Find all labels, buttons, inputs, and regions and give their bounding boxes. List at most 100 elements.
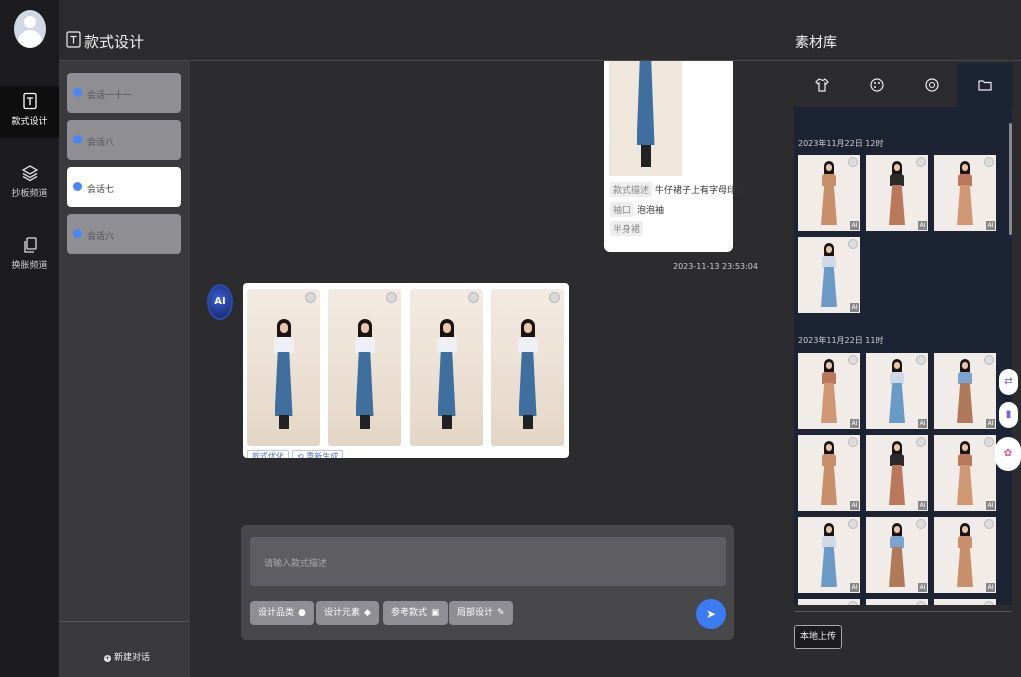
material-thumbnail[interactable]: AI [866,353,928,429]
session-item[interactable]: 会话六 [67,214,181,254]
rail-item-label: 换胀频道 [11,261,48,271]
pattern-icon [925,78,939,92]
material-thumbnail[interactable]: AI [934,353,996,429]
tag-row: 半身裙 [610,221,646,236]
select-check-icon[interactable] [848,355,858,365]
ai-badge: AI [850,583,859,592]
tab-color[interactable] [849,63,905,107]
divider [59,621,190,622]
material-thumbnail[interactable]: AI [934,435,996,511]
select-check-icon[interactable] [305,292,316,303]
chat-bubble-icon [73,135,82,144]
tab-folder[interactable] [957,63,1013,107]
chat-area: 款式描述 牛仔裙子上有字母印花 袖口 泡泡袖 半身裙 2023-11-13 23:5… [190,61,785,677]
chat-bubble-icon [73,229,82,238]
select-check-icon[interactable] [848,601,858,605]
material-thumbnail[interactable]: AI [866,517,928,593]
generated-image[interactable] [328,289,401,446]
select-check-icon[interactable] [916,355,926,365]
ai-message: 款式优化 ⟲ 重新生成 [243,283,569,458]
select-check-icon[interactable] [848,157,858,167]
select-check-icon[interactable] [916,519,926,529]
local-design-chip[interactable]: 局部设计 ✎ [449,601,513,625]
material-thumbnail[interactable]: AI [866,599,928,605]
select-check-icon[interactable] [386,292,397,303]
design-element-chip[interactable]: 设计元素 ◆ [316,601,379,625]
chip-label: 局部设计 [457,608,494,618]
book-tool-button[interactable]: ▮ [999,402,1018,428]
material-library: 素材库 2023年11月22日 12时 2023年11月22日 11时 AI AI… [785,0,1021,677]
message-timestamp: 2023-11-13 23:53:04 [673,262,758,271]
select-check-icon[interactable] [848,437,858,447]
ai-badge: AI [986,419,995,428]
material-thumbnail[interactable]: AI [798,237,860,313]
brain-icon: ✿ [1003,448,1013,459]
generated-image[interactable] [247,289,320,446]
material-thumbnail[interactable]: AI [866,155,928,231]
select-check-icon[interactable] [984,355,994,365]
material-thumbnail[interactable]: AI [798,517,860,593]
tab-garment[interactable] [794,63,850,107]
new-chat-button[interactable]: + 新建对话 [104,650,150,663]
material-thumbnail[interactable]: AI [934,599,996,605]
new-chat-label: 新建对话 [114,653,151,663]
material-thumbnail[interactable]: AI [798,155,860,231]
session-label: 会话一十一 [87,91,133,101]
ai-badge: AI [986,221,995,230]
reference-style-chip[interactable]: 参考款式 ▣ [383,601,448,625]
material-thumbnail[interactable]: AI [798,353,860,429]
library-title: 素材库 [795,35,837,51]
ai-brain-tool-button[interactable]: ✿ [995,437,1021,471]
material-thumbnail[interactable]: AI [798,435,860,511]
user-message: 款式描述 牛仔裙子上有字母印花 袖口 泡泡袖 半身裙 [604,61,745,252]
rail-item-swap[interactable]: 换胀频道 [0,230,59,282]
style-description-input[interactable]: 请输入款式描述 [250,537,726,586]
rail-item-style-design[interactable]: 款式设计 [0,86,59,138]
tag-value: 牛仔裙子上有字母印花 [655,186,746,196]
divider [785,60,1021,61]
design-category-chip[interactable]: 设计品类 ● [250,601,314,625]
material-thumbnail[interactable]: AI [934,517,996,593]
send-icon: ➤ [705,607,717,621]
select-check-icon[interactable] [984,157,994,167]
select-check-icon[interactable] [984,437,994,447]
local-upload-button[interactable]: 本地上传 [794,625,842,649]
optimize-button[interactable]: 款式优化 [247,450,289,458]
scrollbar[interactable] [1009,123,1012,235]
ai-badge: AI [918,221,927,230]
session-item[interactable]: 会话八 [67,120,181,160]
select-check-icon[interactable] [916,601,926,605]
select-check-icon[interactable] [468,292,479,303]
tag-row: 款式描述 牛仔裙子上有字母印花 [610,182,745,197]
select-check-icon[interactable] [916,437,926,447]
rail-item-label: 款式设计 [11,117,48,127]
select-check-icon[interactable] [984,601,994,605]
ai-badge: AI [918,419,927,428]
material-thumbnail[interactable]: AI [934,155,996,231]
material-thumbnail[interactable]: AI [866,435,928,511]
tag-icon: ◆ [364,608,371,618]
generated-image[interactable] [491,289,564,446]
select-check-icon[interactable] [848,519,858,529]
left-rail: 款式设计 抄板频道 换胀频道 [0,0,59,677]
select-check-icon[interactable] [848,239,858,249]
select-check-icon[interactable] [984,519,994,529]
layers-icon [21,165,38,182]
session-item[interactable]: 会话一十一 [67,73,181,113]
send-button[interactable]: ➤ [696,599,726,629]
select-check-icon[interactable] [549,292,560,303]
palette-icon [870,78,884,92]
tab-pattern[interactable] [904,63,960,107]
composer: 请输入款式描述 设计品类 ● 设计元素 ◆ 参考款式 ▣ 局部设计 ✎ ➤ [241,525,734,640]
generated-image[interactable] [410,289,483,446]
folder-icon [978,80,992,91]
rail-item-copy-board[interactable]: 抄板频道 [0,158,59,210]
regenerate-button[interactable]: ⟲ 重新生成 [292,450,344,458]
reference-image[interactable] [609,61,682,176]
select-check-icon[interactable] [916,157,926,167]
translate-tool-button[interactable]: ⇄ [999,369,1018,395]
session-item[interactable]: 会话七 [67,167,181,207]
ai-badge: AI [850,419,859,428]
avatar[interactable] [14,10,46,48]
material-thumbnail[interactable]: AI [798,599,860,605]
